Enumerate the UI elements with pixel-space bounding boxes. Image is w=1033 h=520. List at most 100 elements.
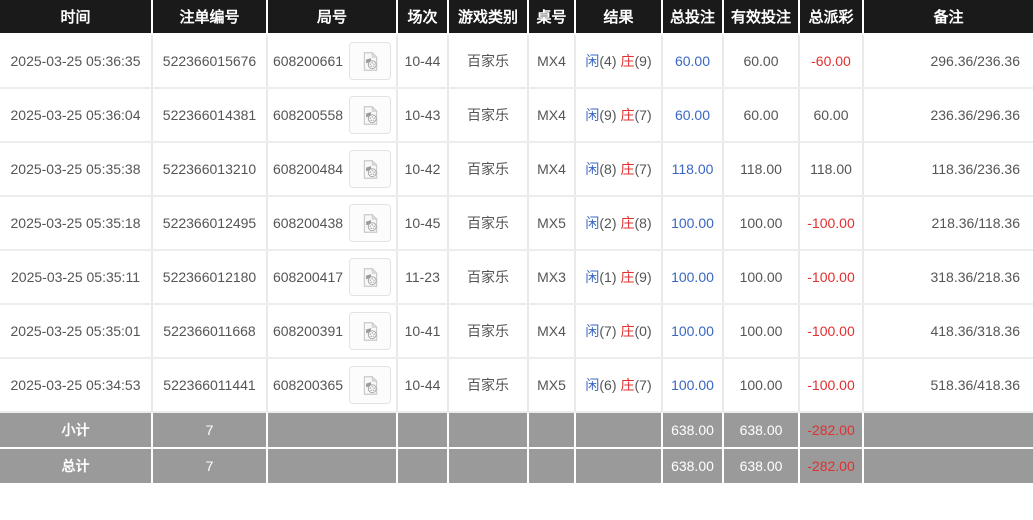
cell-payout: 60.00 (799, 88, 864, 143)
cell-session: 10-44 (397, 358, 449, 413)
video-replay-button[interactable] (349, 204, 392, 242)
result-banker-score: (7) (634, 377, 652, 393)
cell-total-bet: 118.00 (662, 142, 724, 197)
round-id-text: 608200661 (272, 53, 344, 69)
result-banker-score: (8) (634, 215, 652, 231)
cell-session: 10-42 (397, 142, 449, 197)
summary-count: 7 (152, 411, 268, 448)
cell-total-bet: 100.00 (662, 250, 724, 305)
cell-payout: 118.00 (799, 142, 864, 197)
round-id-text: 608200365 (272, 377, 344, 393)
video-replay-button[interactable] (349, 312, 392, 350)
cell-remark: 418.36/318.36 (863, 304, 1033, 359)
cell-table-no: MX4 (528, 88, 576, 143)
result-banker-label: 庄 (620, 323, 635, 339)
cell-round-id: 608200438 (267, 196, 398, 251)
cell-time: 2025-03-25 05:35:18 (0, 196, 153, 251)
cell-session: 10-44 (397, 34, 449, 89)
table-row: 2025-03-25 05:35:38 522366013210 6082004… (0, 142, 1033, 197)
summary-empty-table-no (528, 447, 576, 483)
result-banker-label: 庄 (620, 107, 635, 123)
summary-empty-remark (863, 447, 1033, 483)
result-player-label: 闲 (585, 215, 600, 231)
col-header-remark: 备注 (863, 0, 1033, 35)
cell-result: 闲(7) 庄(0) (575, 304, 663, 359)
round-id-text: 608200417 (272, 269, 344, 285)
table-header-row: 时间 注单编号 局号 场次 游戏类别 桌号 结果 总投注 有效投注 总派彩 备注 (0, 0, 1033, 35)
cell-session: 11-23 (397, 250, 449, 305)
result-player-score: (2) (599, 215, 617, 231)
cell-round-id: 608200391 (267, 304, 398, 359)
cell-payout: -60.00 (799, 34, 864, 89)
col-header-result: 结果 (575, 0, 663, 35)
cell-table-no: MX4 (528, 304, 576, 359)
cell-bet-id: 522366011441 (152, 358, 268, 413)
cell-game-type: 百家乐 (448, 142, 529, 197)
col-header-game-type: 游戏类别 (448, 0, 529, 35)
result-player-label: 闲 (585, 323, 600, 339)
result-player-label: 闲 (585, 161, 600, 177)
video-replay-button[interactable] (349, 258, 392, 296)
result-player-score: (9) (599, 107, 617, 123)
cell-time: 2025-03-25 05:35:01 (0, 304, 153, 359)
cell-game-type: 百家乐 (448, 34, 529, 89)
result-banker-label: 庄 (620, 269, 635, 285)
table-body: 2025-03-25 05:36:35 522366015676 6082006… (0, 34, 1033, 413)
cell-valid-bet: 100.00 (723, 250, 800, 305)
cell-game-type: 百家乐 (448, 250, 529, 305)
result-banker-score: (0) (634, 323, 652, 339)
round-id-text: 608200558 (272, 107, 344, 123)
cell-remark: 318.36/218.36 (863, 250, 1033, 305)
summary-label: 小计 (0, 411, 153, 448)
summary-empty-round (267, 447, 398, 483)
summary-empty-remark (863, 411, 1033, 448)
table-row: 2025-03-25 05:36:04 522366014381 6082005… (0, 88, 1033, 143)
col-header-session: 场次 (397, 0, 449, 35)
cell-game-type: 百家乐 (448, 196, 529, 251)
cell-remark: 118.36/236.36 (863, 142, 1033, 197)
cell-result: 闲(2) 庄(8) (575, 196, 663, 251)
table-row: 2025-03-25 05:35:11 522366012180 6082004… (0, 250, 1033, 305)
summary-valid-bet: 638.00 (723, 411, 800, 448)
video-replay-button[interactable] (349, 150, 392, 188)
video-replay-button[interactable] (349, 96, 392, 134)
summary-empty-game-type (448, 447, 529, 483)
video-file-icon (363, 105, 378, 125)
video-replay-button[interactable] (349, 366, 392, 404)
cell-time: 2025-03-25 05:34:53 (0, 358, 153, 413)
summary-valid-bet: 638.00 (723, 447, 800, 483)
table-row: 2025-03-25 05:35:01 522366011668 6082003… (0, 304, 1033, 359)
cell-result: 闲(9) 庄(7) (575, 88, 663, 143)
summary-empty-game-type (448, 411, 529, 448)
summary-empty-session (397, 411, 449, 448)
round-id-text: 608200438 (272, 215, 344, 231)
cell-payout: -100.00 (799, 250, 864, 305)
cell-time: 2025-03-25 05:35:11 (0, 250, 153, 305)
summary-label: 总计 (0, 447, 153, 483)
result-banker-label: 庄 (620, 377, 635, 393)
cell-payout: -100.00 (799, 358, 864, 413)
result-player-label: 闲 (585, 377, 600, 393)
cell-result: 闲(4) 庄(9) (575, 34, 663, 89)
cell-total-bet: 60.00 (662, 88, 724, 143)
cell-time: 2025-03-25 05:36:35 (0, 34, 153, 89)
result-banker-label: 庄 (620, 53, 635, 69)
summary-row: 小计 7 638.00 638.00 -282.00 (0, 411, 1033, 448)
summary-payout: -282.00 (799, 447, 864, 483)
cell-bet-id: 522366012180 (152, 250, 268, 305)
table-row: 2025-03-25 05:35:18 522366012495 6082004… (0, 196, 1033, 251)
cell-valid-bet: 60.00 (723, 34, 800, 89)
cell-bet-id: 522366013210 (152, 142, 268, 197)
cell-valid-bet: 100.00 (723, 358, 800, 413)
cell-payout: -100.00 (799, 196, 864, 251)
result-player-score: (6) (599, 377, 617, 393)
cell-valid-bet: 60.00 (723, 88, 800, 143)
result-banker-score: (7) (634, 107, 652, 123)
video-replay-button[interactable] (349, 42, 392, 80)
result-player-score: (4) (599, 53, 617, 69)
cell-time: 2025-03-25 05:36:04 (0, 88, 153, 143)
cell-remark: 296.36/236.36 (863, 34, 1033, 89)
cell-total-bet: 100.00 (662, 358, 724, 413)
col-header-payout: 总派彩 (799, 0, 864, 35)
summary-count: 7 (152, 447, 268, 483)
